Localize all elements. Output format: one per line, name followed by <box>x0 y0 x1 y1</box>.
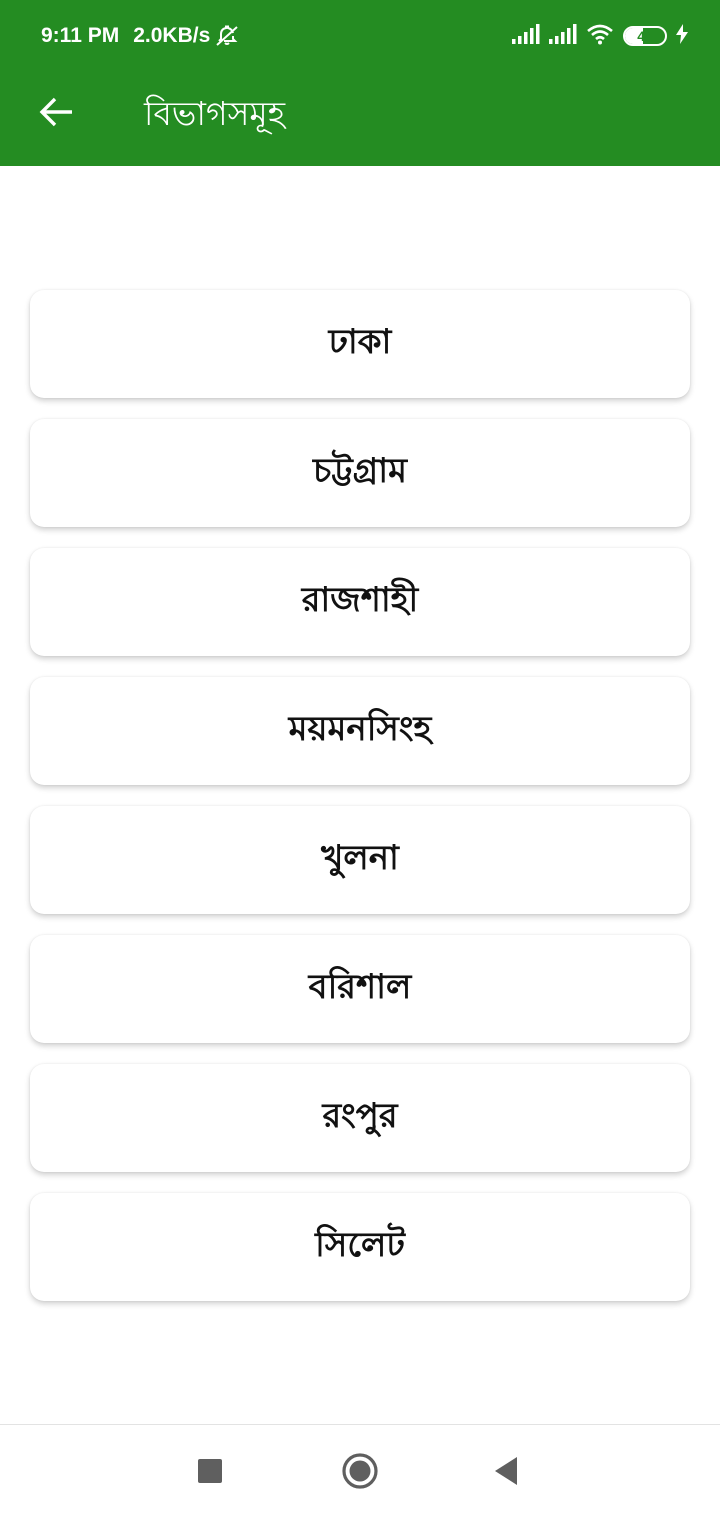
battery-level: 44 <box>637 28 653 44</box>
division-item-barishal[interactable]: বরিশাল <box>30 935 690 1043</box>
recents-button[interactable] <box>190 1453 230 1493</box>
system-back-button[interactable] <box>486 1453 526 1493</box>
division-item-chattogram[interactable]: চট্টগ্রাম <box>30 419 690 527</box>
wifi-icon <box>586 23 614 49</box>
division-item-khulna[interactable]: খুলনা <box>30 806 690 914</box>
arrow-left-icon <box>38 96 74 132</box>
division-list: ঢাকা চট্টগ্রাম রাজশাহী ময়মনসিংহ খুলনা ব… <box>30 290 690 1322</box>
app-bar: বিভাগসমূহ <box>0 70 720 166</box>
division-item-sylhet[interactable]: সিলেট <box>30 1193 690 1301</box>
division-label: সিলেট <box>315 1224 405 1265</box>
status-left: 9:11 PM 2.0KB/s <box>41 22 240 50</box>
signal-icon <box>549 24 577 48</box>
network-speed: 2.0KB/s <box>133 24 211 47</box>
division-label: বরিশাল <box>308 966 412 1007</box>
battery-icon: 44 <box>623 26 667 46</box>
division-label: ঢাকা <box>328 321 392 362</box>
division-item-rajshahi[interactable]: রাজশাহী <box>30 548 690 656</box>
navigation-bar <box>0 1424 720 1521</box>
mute-icon <box>214 24 240 48</box>
division-label: ময়মনসিংহ <box>288 708 432 749</box>
division-item-dhaka[interactable]: ঢাকা <box>30 290 690 398</box>
back-triangle-icon <box>493 1457 519 1489</box>
status-right: 44 <box>503 22 688 50</box>
status-time: 9:11 PM <box>41 24 120 47</box>
division-item-rangpur[interactable]: রংপুর <box>30 1064 690 1172</box>
home-button[interactable] <box>340 1453 380 1493</box>
charging-icon <box>676 24 688 48</box>
division-label: চট্টগ্রাম <box>313 450 407 491</box>
division-label: খুলনা <box>321 837 399 878</box>
page-title: বিভাগসমূহ <box>144 94 286 133</box>
status-bar: 9:11 PM 2.0KB/s 44 <box>0 0 720 70</box>
recents-square-icon <box>198 1459 222 1487</box>
signal-icon <box>512 24 540 48</box>
division-label: রংপুর <box>322 1095 398 1136</box>
division-item-mymensingh[interactable]: ময়মনসিংহ <box>30 677 690 785</box>
division-label: রাজশাহী <box>301 579 419 620</box>
back-button[interactable] <box>32 90 80 138</box>
home-circle-icon <box>341 1452 379 1494</box>
